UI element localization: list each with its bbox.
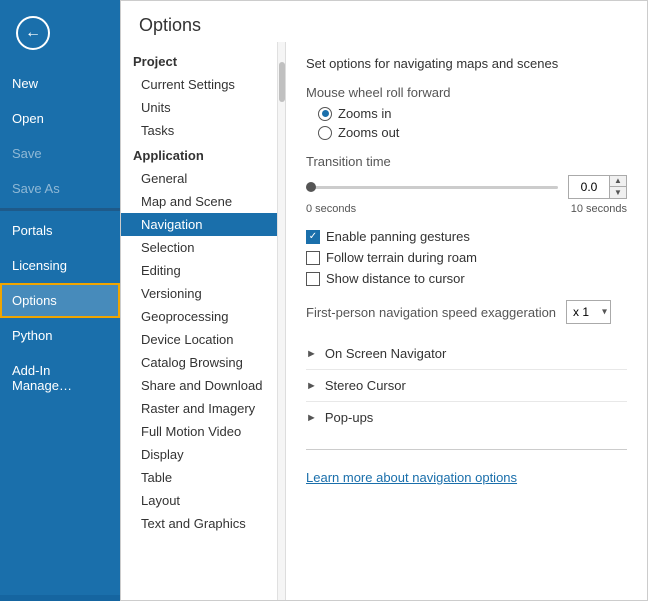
sidebar-item-portals[interactable]: Portals [0, 213, 120, 248]
mouse-wheel-group: Mouse wheel roll forward Zooms in Zooms … [306, 85, 627, 140]
speed-select[interactable]: x 1 x 2 x 4 x 8 [566, 300, 611, 324]
mouse-wheel-label: Mouse wheel roll forward [306, 85, 627, 100]
tree-item-general[interactable]: General [121, 167, 285, 190]
radio-zoom-out[interactable]: Zooms out [318, 125, 627, 140]
main-content: Options Project Current Settings Units T… [120, 0, 648, 601]
settings-footer: Learn more about navigation options [306, 449, 627, 485]
checkbox-label-panning: Enable panning gestures [326, 229, 470, 244]
tree-item-units[interactable]: Units [121, 96, 285, 119]
tree-item-tasks[interactable]: Tasks [121, 119, 285, 142]
sidebar-bottom-bar [0, 595, 120, 601]
radio-label-zoom-out: Zooms out [338, 125, 399, 140]
radio-circle-zoom-out [318, 126, 332, 140]
tree-scrollbar[interactable] [277, 42, 285, 600]
sidebar: ← New Open Save Save As Portals Licensin… [0, 0, 120, 601]
checkbox-show-distance[interactable]: Show distance to cursor [306, 271, 627, 286]
checkbox-follow-terrain[interactable]: Follow terrain during roam [306, 250, 627, 265]
checkbox-box-panning: ✓ [306, 230, 320, 244]
tree-section-application: Application [121, 142, 285, 167]
sidebar-item-licensing[interactable]: Licensing [0, 248, 120, 283]
spinner-up[interactable]: ▲ [610, 176, 626, 187]
tree-item-full-motion-video[interactable]: Full Motion Video [121, 420, 285, 443]
tree-scrollbar-thumb [279, 62, 285, 102]
tree-item-display[interactable]: Display [121, 443, 285, 466]
back-button[interactable]: ← [8, 8, 58, 58]
sidebar-item-save-as: Save As [0, 171, 120, 206]
sidebar-item-options[interactable]: Options [0, 283, 120, 318]
sidebar-item-python[interactable]: Python [0, 318, 120, 353]
sidebar-item-addin[interactable]: Add-In Manage… [0, 353, 120, 403]
tree-item-catalog-browsing[interactable]: Catalog Browsing [121, 351, 285, 374]
tree-item-layout[interactable]: Layout [121, 489, 285, 512]
speed-label: First-person navigation speed exaggerati… [306, 305, 556, 320]
sidebar-item-new[interactable]: New [0, 66, 120, 101]
tree-item-raster-and-imagery[interactable]: Raster and Imagery [121, 397, 285, 420]
speed-select-wrapper[interactable]: x 1 x 2 x 4 x 8 [566, 300, 611, 324]
settings-panel: Set options for navigating maps and scen… [286, 42, 647, 600]
tree-item-editing[interactable]: Editing [121, 259, 285, 282]
tree-item-navigation[interactable]: Navigation [121, 213, 285, 236]
slider-thumb[interactable] [306, 182, 316, 192]
checkbox-label-terrain: Follow terrain during roam [326, 250, 477, 265]
tree-item-selection[interactable]: Selection [121, 236, 285, 259]
tree-item-current-settings[interactable]: Current Settings [121, 73, 285, 96]
spinner-down[interactable]: ▼ [610, 187, 626, 198]
slider-container[interactable] [306, 177, 558, 197]
sidebar-item-save: Save [0, 136, 120, 171]
slider-track [306, 186, 558, 189]
collapsible-label-3: Pop-ups [325, 410, 373, 425]
content-body: Project Current Settings Units Tasks App… [121, 42, 647, 600]
tree-item-table[interactable]: Table [121, 466, 285, 489]
transition-time-group: Transition time ▲ ▼ [306, 154, 627, 215]
transition-time-label: Transition time [306, 154, 627, 169]
speed-row: First-person navigation speed exaggerati… [306, 300, 627, 324]
collapsible-label-2: Stereo Cursor [325, 378, 406, 393]
tree-item-share-and-download[interactable]: Share and Download [121, 374, 285, 397]
options-title: Options [121, 1, 647, 42]
checkbox-enable-panning[interactable]: ✓ Enable panning gestures [306, 229, 627, 244]
chevron-right-icon-1: ► [306, 348, 317, 360]
collapsible-stereo-cursor[interactable]: ► Stereo Cursor [306, 369, 627, 401]
slider-max-label: 10 seconds [571, 203, 627, 215]
slider-min-label: 0 seconds [306, 203, 356, 215]
checkbox-label-distance: Show distance to cursor [326, 271, 465, 286]
tree-item-geoprocessing[interactable]: Geoprocessing [121, 305, 285, 328]
learn-more-link[interactable]: Learn more about navigation options [306, 470, 517, 485]
slider-labels: 0 seconds 10 seconds [306, 203, 627, 215]
radio-label-zoom-in: Zooms in [338, 106, 391, 121]
options-tree-panel: Project Current Settings Units Tasks App… [121, 42, 286, 600]
checkbox-box-distance [306, 272, 320, 286]
back-arrow-icon: ← [25, 24, 41, 42]
sidebar-divider [0, 208, 120, 211]
tree-item-map-and-scene[interactable]: Map and Scene [121, 190, 285, 213]
tree-item-device-location[interactable]: Device Location [121, 328, 285, 351]
collapsible-sections: ► On Screen Navigator ► Stereo Cursor ► … [306, 338, 627, 433]
transition-value-input[interactable]: ▲ ▼ [568, 175, 627, 199]
settings-description: Set options for navigating maps and scen… [306, 56, 627, 71]
collapsible-pop-ups[interactable]: ► Pop-ups [306, 401, 627, 433]
transition-number-field[interactable] [569, 178, 609, 196]
collapsible-label-1: On Screen Navigator [325, 346, 446, 361]
chevron-right-icon-2: ► [306, 380, 317, 392]
sidebar-item-open[interactable]: Open [0, 101, 120, 136]
radio-zoom-in[interactable]: Zooms in [318, 106, 627, 121]
checkbox-box-terrain [306, 251, 320, 265]
chevron-right-icon-3: ► [306, 412, 317, 424]
collapsible-on-screen-navigator[interactable]: ► On Screen Navigator [306, 338, 627, 369]
radio-group: Zooms in Zooms out [318, 106, 627, 140]
tree-section-project: Project [121, 48, 285, 73]
tree-item-versioning[interactable]: Versioning [121, 282, 285, 305]
checkboxes-group: ✓ Enable panning gestures Follow terrain… [306, 229, 627, 286]
number-spinners: ▲ ▼ [609, 176, 626, 198]
radio-circle-zoom-in [318, 107, 332, 121]
transition-row: ▲ ▼ [306, 175, 627, 199]
tree-item-text-and-graphics[interactable]: Text and Graphics [121, 512, 285, 535]
